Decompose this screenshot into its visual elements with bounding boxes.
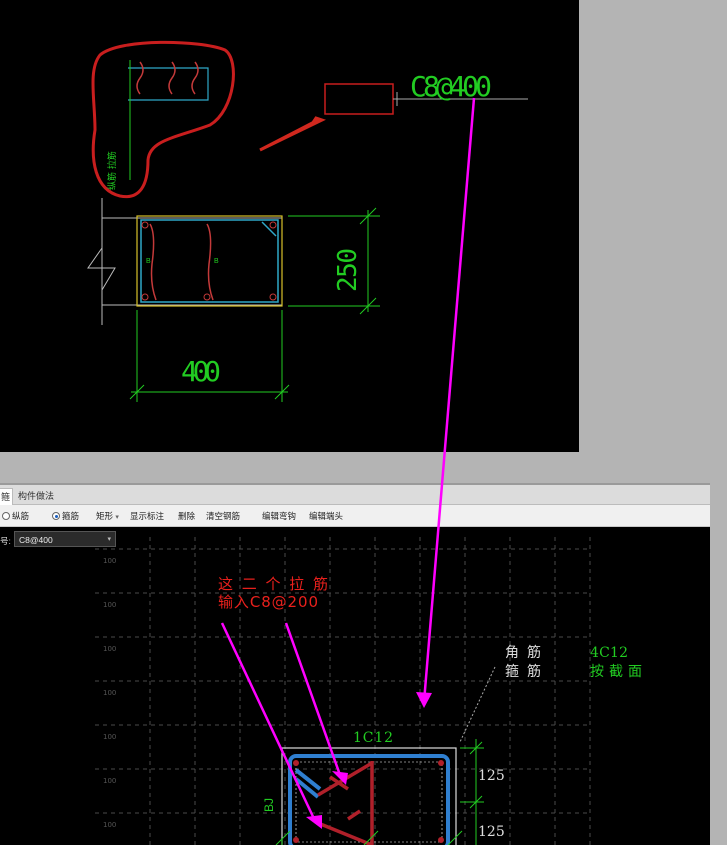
overlay-pointer [416, 97, 476, 708]
